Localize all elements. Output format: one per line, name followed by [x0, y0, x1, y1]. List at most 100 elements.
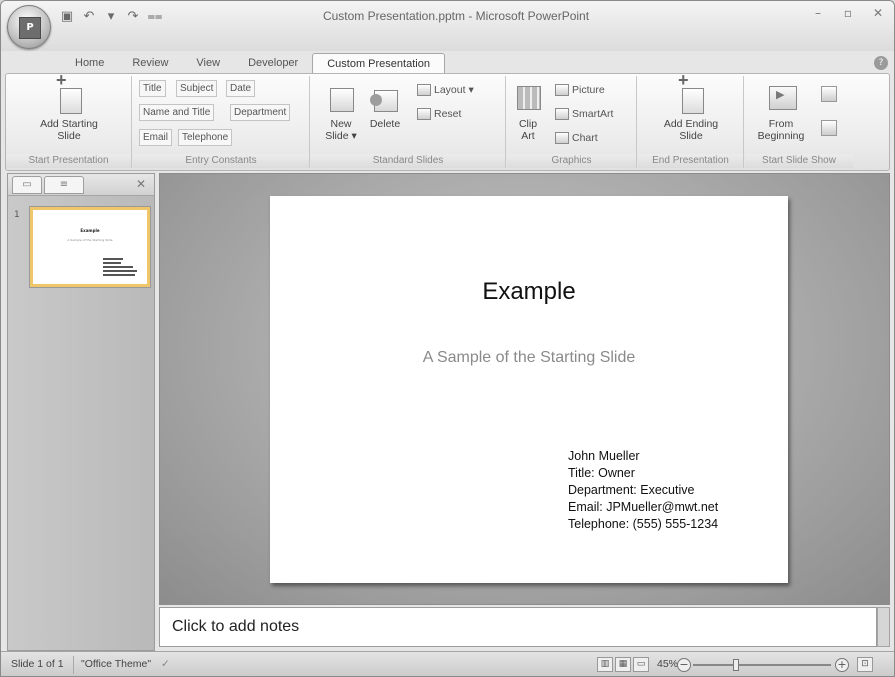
zoom-slider[interactable] [693, 664, 831, 666]
name-and-title-button[interactable]: Name and Title [139, 104, 215, 121]
new-slide-icon [326, 80, 356, 114]
from-beginning-label-1: From [768, 118, 794, 130]
normal-view-icon[interactable]: ▥ [597, 657, 613, 672]
zoom-out-icon[interactable]: − [677, 658, 691, 672]
reset-button[interactable]: Reset [417, 106, 461, 122]
email-button[interactable]: Email [139, 129, 173, 146]
slide-subtitle[interactable]: A Sample of the Starting Slide [270, 349, 788, 367]
add-ending-slide-button[interactable]: Add Ending Slide [648, 74, 734, 142]
outline-tab-icon[interactable]: ≡ [44, 176, 84, 194]
tab-developer[interactable]: Developer [234, 53, 312, 73]
add-ending-slide-icon [676, 74, 706, 114]
restore-icon[interactable]: ▫ [840, 5, 856, 21]
notes-pane[interactable]: Click to add notes [159, 607, 877, 647]
picture-button[interactable]: Picture [555, 82, 605, 98]
department-button[interactable]: Department [230, 104, 291, 121]
tab-home[interactable]: Home [61, 53, 118, 73]
group-standard-slides: New Slide ▾ Delete Layout ▾ Reset Standa… [311, 76, 506, 168]
add-ending-slide-label-1: Add Ending [663, 118, 719, 130]
zoom-level[interactable]: 45% [657, 658, 678, 670]
add-starting-slide-button[interactable]: Add Starting Slide [24, 74, 114, 142]
add-slide-icon [54, 74, 84, 114]
minimize-icon[interactable]: – [810, 5, 826, 21]
current-slide[interactable]: Example A Sample of the Starting Slide J… [270, 196, 788, 583]
title-bar: P ▣ ↶ ▾ ↷ ⩵ Custom Presentation.pptm - M… [1, 1, 894, 73]
slide-count: Slide 1 of 1 [11, 658, 64, 670]
slide-sorter-view-icon[interactable]: ▦ [615, 657, 631, 672]
add-ending-slide-label-2: Slide [679, 130, 703, 142]
group-graphics: Clip Art Picture SmartArt Chart Graphics [507, 76, 637, 168]
telephone-button[interactable]: Telephone [178, 129, 233, 146]
from-current-slide-icon[interactable] [821, 86, 837, 102]
from-beginning-label-2: Beginning [757, 130, 805, 142]
quick-access-toolbar: ▣ ↶ ▾ ↷ ⩵ [59, 7, 163, 27]
subject-button[interactable]: Subject [176, 80, 218, 97]
zoom-in-icon[interactable]: + [835, 658, 849, 672]
smartart-icon [555, 108, 569, 120]
slide-editing-area: Example A Sample of the Starting Slide J… [159, 173, 890, 605]
group-start-presentation: Add Starting Slide Start Presentation [6, 74, 132, 168]
ribbon-tabs: Home Review View Developer Custom Presen… [61, 51, 445, 73]
undo-icon[interactable]: ↶ [81, 9, 97, 25]
from-beginning-icon [766, 80, 797, 114]
pane-close-icon[interactable]: ✕ [136, 177, 146, 191]
thumbnail-subtitle: A Sample of the Starting Slide [67, 238, 113, 242]
smartart-button[interactable]: SmartArt [555, 106, 613, 122]
slide-thumbnail[interactable]: Example A Sample of the Starting Slide [29, 206, 151, 288]
office-button[interactable]: P [7, 5, 51, 49]
custom-slide-show-icon[interactable] [821, 120, 837, 136]
close-icon[interactable]: ✕ [870, 5, 886, 21]
office-logo-icon: P [19, 17, 41, 39]
powerpoint-window: P ▣ ↶ ▾ ↷ ⩵ Custom Presentation.pptm - M… [0, 0, 895, 677]
slide-contact-info[interactable]: John Mueller Title: Owner Department: Ex… [568, 448, 718, 533]
tab-view[interactable]: View [182, 53, 234, 73]
zoom-slider-thumb[interactable] [733, 659, 739, 671]
help-icon[interactable]: ? [874, 56, 888, 70]
chart-button[interactable]: Chart [555, 130, 598, 146]
slide-title[interactable]: Example [270, 278, 788, 306]
fit-to-window-icon[interactable]: ⊡ [857, 657, 873, 672]
customize-qat-icon[interactable]: ⩵ [147, 9, 163, 25]
group-label-graphics: Graphics [507, 154, 636, 168]
layout-label: Layout ▾ [434, 84, 474, 96]
notes-placeholder[interactable]: Click to add notes [172, 618, 299, 636]
group-label-entry-constants: Entry Constants [133, 154, 309, 168]
status-separator [73, 656, 74, 674]
tab-custom-presentation[interactable]: Custom Presentation [312, 53, 445, 73]
slides-pane: ▭ ≡ ✕ 1 Example A Sample of the Starting… [7, 173, 155, 651]
date-button[interactable]: Date [226, 80, 256, 97]
from-beginning-button[interactable]: From Beginning [751, 80, 811, 142]
save-icon[interactable]: ▣ [59, 9, 75, 25]
undo-dropdown-icon[interactable]: ▾ [103, 9, 119, 25]
clip-art-icon [513, 80, 543, 114]
window-title: Custom Presentation.pptm - Microsoft Pow… [322, 9, 590, 23]
group-entry-constants: Title Subject Date Name and Title Depart… [133, 76, 310, 168]
clip-art-button[interactable]: Clip Art [511, 80, 545, 142]
title-button[interactable]: Title [139, 80, 166, 97]
reset-label: Reset [434, 108, 462, 120]
thumbnail-number: 1 [14, 210, 20, 220]
info-email: Email: JPMueller@mwt.net [568, 500, 719, 514]
thumbnail-title: Example [80, 228, 100, 233]
spell-check-icon[interactable]: ✓ [161, 658, 170, 670]
slides-tab-icon[interactable]: ▭ [12, 176, 42, 194]
group-label-standard-slides: Standard Slides [311, 154, 505, 168]
notes-scrollbar[interactable] [877, 607, 890, 647]
theme-name: "Office Theme" [81, 658, 152, 670]
delete-label: Delete [369, 118, 401, 130]
layout-button[interactable]: Layout ▾ [417, 82, 474, 98]
slide-show-view-icon[interactable]: ▭ [633, 657, 649, 672]
add-starting-slide-label-2: Slide [57, 130, 81, 142]
new-slide-label-1: New [330, 118, 352, 130]
group-start-slide-show: From Beginning Start Slide Show [745, 76, 853, 168]
reset-icon [417, 108, 431, 120]
redo-icon[interactable]: ↷ [125, 9, 141, 25]
smartart-label: SmartArt [572, 108, 614, 120]
delete-button[interactable]: Delete [363, 80, 407, 130]
new-slide-button[interactable]: New Slide ▾ [321, 80, 361, 142]
tab-review[interactable]: Review [118, 53, 182, 73]
layout-icon [417, 84, 431, 96]
slides-pane-tabs: ▭ ≡ ✕ [8, 174, 154, 196]
chart-label: Chart [572, 132, 598, 144]
group-label-end-presentation: End Presentation [638, 154, 743, 168]
